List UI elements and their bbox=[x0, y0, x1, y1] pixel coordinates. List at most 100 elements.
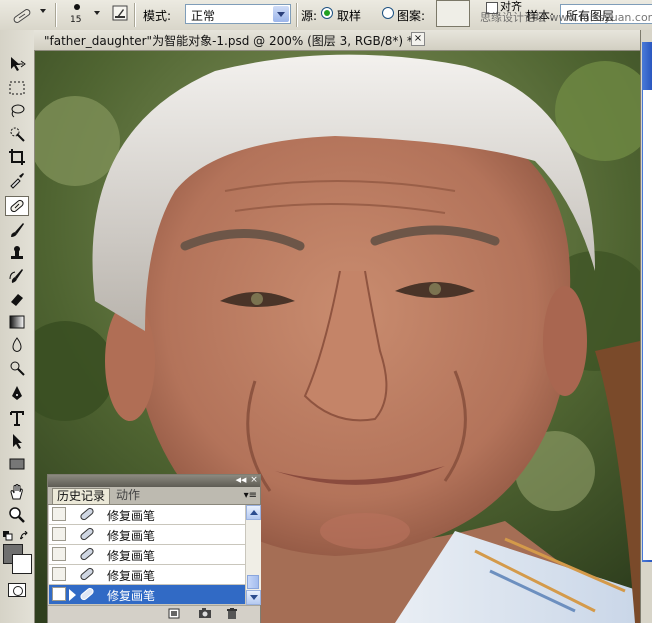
default-colors-icon[interactable] bbox=[3, 530, 13, 541]
pattern-radio[interactable] bbox=[382, 7, 394, 19]
marquee-icon bbox=[9, 81, 25, 95]
collapse-panel-button[interactable]: ◀◀ bbox=[234, 476, 248, 485]
chevron-down-icon[interactable] bbox=[40, 9, 46, 13]
history-item[interactable]: 修复画笔 bbox=[49, 525, 245, 545]
quick-mask-button[interactable] bbox=[8, 583, 26, 597]
chevron-down-icon bbox=[273, 6, 289, 22]
history-item-selected[interactable]: 修复画笔 bbox=[49, 585, 245, 605]
crop-icon bbox=[9, 149, 25, 165]
type-tool[interactable] bbox=[5, 408, 29, 428]
history-panel: ◀◀ × 历史记录 动作 ▾≡ 修复画笔 修复画笔 修复画笔 修复画笔 修复画笔 bbox=[47, 474, 261, 623]
brush-tool[interactable] bbox=[5, 220, 29, 240]
move-icon bbox=[11, 57, 26, 71]
pattern-picker[interactable] bbox=[436, 0, 470, 27]
trash-icon[interactable] bbox=[226, 608, 238, 619]
clone-stamp-tool[interactable] bbox=[5, 243, 29, 263]
crop-tool[interactable] bbox=[5, 147, 29, 167]
scroll-thumb[interactable] bbox=[247, 575, 259, 589]
marquee-tool[interactable] bbox=[5, 78, 29, 98]
chevron-down-icon[interactable] bbox=[94, 11, 100, 15]
history-source-checkbox[interactable] bbox=[52, 587, 66, 601]
scroll-down-button[interactable] bbox=[246, 590, 261, 605]
mode-select[interactable]: 正常 bbox=[185, 4, 291, 24]
healing-brush-icon bbox=[77, 546, 97, 563]
eraser-icon bbox=[11, 294, 23, 306]
options-bar: 15 模式: 正常 源: 取样 图案: 对齐 样本: 所有图层 思缘设计论坛 w… bbox=[0, 0, 652, 31]
healing-brush-preset-icon[interactable] bbox=[10, 5, 36, 25]
history-item-label: 修复画笔 bbox=[107, 529, 156, 543]
rectangle-tool[interactable] bbox=[5, 454, 29, 474]
history-item-label: 修复画笔 bbox=[107, 549, 156, 563]
history-scrollbar[interactable] bbox=[245, 505, 261, 605]
background-color-swatch[interactable] bbox=[12, 554, 32, 574]
eraser-tool[interactable] bbox=[5, 289, 29, 309]
history-source-checkbox[interactable] bbox=[52, 527, 66, 541]
brush-icon bbox=[11, 223, 24, 237]
dodge-tool[interactable] bbox=[5, 358, 29, 378]
blur-icon bbox=[12, 337, 22, 352]
history-source-checkbox[interactable] bbox=[52, 547, 66, 561]
close-panel-button[interactable]: × bbox=[249, 476, 259, 485]
type-icon bbox=[10, 411, 24, 426]
history-item-label: 修复画笔 bbox=[107, 569, 156, 583]
create-snapshot-icon[interactable] bbox=[198, 608, 211, 619]
panel-footer bbox=[48, 605, 260, 623]
tab-actions[interactable]: 动作 bbox=[112, 488, 144, 504]
pattern-radio-label: 图案: bbox=[397, 9, 426, 23]
mode-select-value: 正常 bbox=[191, 9, 216, 23]
zoom-tool[interactable] bbox=[5, 505, 29, 525]
history-item[interactable]: 修复画笔 bbox=[49, 505, 245, 525]
swap-colors-icon[interactable] bbox=[18, 530, 30, 540]
history-item-label: 修复画笔 bbox=[107, 589, 156, 603]
scroll-up-button[interactable] bbox=[246, 505, 261, 520]
quick-selection-tool[interactable] bbox=[5, 124, 29, 144]
hand-icon bbox=[10, 484, 23, 500]
history-brush-icon bbox=[9, 269, 23, 283]
brush-size-value: 15 bbox=[70, 15, 82, 25]
pen-icon bbox=[12, 386, 22, 400]
gradient-tool[interactable] bbox=[5, 312, 29, 332]
document-tab[interactable]: "father_daughter"为智能对象-1.psd @ 200% (图层 … bbox=[34, 30, 640, 51]
healing-brush-icon bbox=[77, 506, 97, 523]
history-source-checkbox[interactable] bbox=[52, 507, 66, 521]
dialog-body-edge bbox=[643, 90, 652, 560]
tablet-pressure-icon[interactable] bbox=[112, 5, 128, 21]
mode-label: 模式: bbox=[143, 9, 172, 23]
history-item[interactable]: 修复画笔 bbox=[49, 545, 245, 565]
panel-title-bar[interactable]: ◀◀ × bbox=[48, 475, 260, 487]
dodge-icon bbox=[10, 361, 25, 376]
history-source-checkbox[interactable] bbox=[52, 567, 66, 581]
move-tool[interactable] bbox=[5, 54, 29, 74]
hand-tool[interactable] bbox=[5, 482, 29, 502]
lasso-icon bbox=[11, 104, 25, 118]
history-list: 修复画笔 修复画笔 修复画笔 修复画笔 修复画笔 bbox=[49, 505, 245, 605]
blur-tool[interactable] bbox=[5, 335, 29, 355]
tab-history[interactable]: 历史记录 bbox=[52, 488, 111, 504]
close-document-button[interactable]: × bbox=[411, 32, 425, 46]
healing-brush-icon bbox=[77, 586, 97, 603]
brush-tip-icon[interactable] bbox=[74, 4, 80, 10]
quick-mask-icon bbox=[13, 586, 23, 596]
path-selection-icon bbox=[13, 434, 22, 449]
sample-radio-label: 取样 bbox=[337, 9, 362, 23]
source-label: 源: bbox=[301, 9, 318, 23]
history-brush-tool[interactable] bbox=[5, 266, 29, 286]
tools-panel bbox=[0, 30, 35, 623]
pen-tool[interactable] bbox=[5, 384, 29, 404]
path-selection-tool[interactable] bbox=[5, 431, 29, 451]
document-title: "father_daughter"为智能对象-1.psd @ 200% (图层 … bbox=[44, 34, 413, 48]
healing-brush-icon bbox=[77, 526, 97, 543]
eyedropper-tool[interactable] bbox=[5, 170, 29, 190]
panel-menu-icon[interactable]: ▾≡ bbox=[244, 490, 257, 501]
sample-radio[interactable] bbox=[321, 7, 333, 19]
new-document-from-state-icon[interactable] bbox=[168, 608, 180, 619]
quick-selection-icon bbox=[10, 127, 25, 142]
lasso-tool[interactable] bbox=[5, 101, 29, 121]
rectangle-icon bbox=[9, 458, 25, 470]
history-item-label: 修复画笔 bbox=[107, 509, 156, 523]
healing-brush-icon bbox=[10, 199, 24, 213]
history-item[interactable]: 修复画笔 bbox=[49, 565, 245, 585]
healing-brush-tool[interactable] bbox=[5, 196, 29, 216]
panel-tabs: 历史记录 动作 bbox=[48, 487, 260, 505]
healing-brush-icon bbox=[77, 566, 97, 583]
